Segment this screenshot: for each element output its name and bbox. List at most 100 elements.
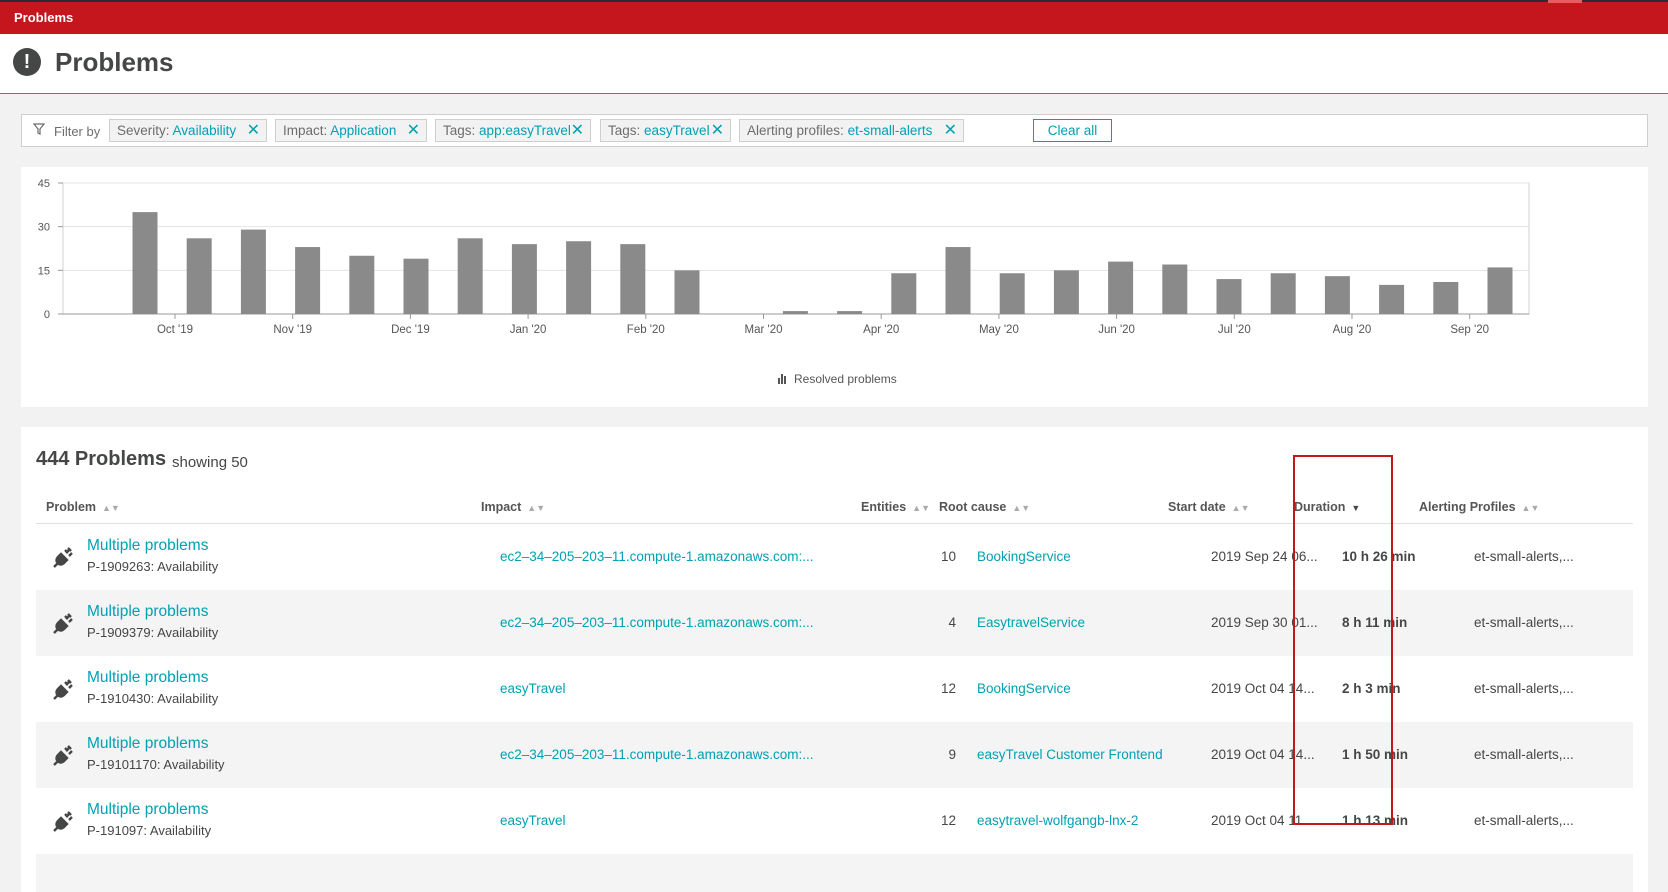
root-cause-link[interactable]: easyTravel Customer Frontend — [977, 747, 1163, 762]
filter-chip-tag-app[interactable]: Tags: app:easyTravel ✕ — [435, 119, 591, 142]
column-header-impact[interactable]: Impact ▲▼ — [481, 500, 545, 514]
x-tick-label: Sep '20 — [1450, 324, 1489, 336]
column-header-problem[interactable]: Problem ▲▼ — [46, 500, 120, 514]
problem-title-link[interactable]: Multiple problems — [87, 669, 208, 687]
bar — [1162, 264, 1188, 314]
problem-title-link[interactable]: Multiple problems — [87, 537, 208, 555]
x-tick-label: Nov '19 — [273, 324, 312, 336]
alerting-profiles: et-small-alerts,... — [1474, 681, 1574, 696]
close-icon[interactable]: ✕ — [407, 120, 420, 141]
bar — [1433, 281, 1459, 314]
chip-value: et-small-alerts — [847, 123, 933, 138]
page-title: Problems — [55, 47, 174, 77]
column-label: Start date — [1168, 500, 1226, 514]
problem-title-link[interactable]: Multiple problems — [87, 735, 208, 753]
breadcrumb-problems[interactable]: Problems — [14, 10, 73, 25]
alerting-profiles: et-small-alerts,... — [1474, 549, 1574, 564]
filter-chip-impact[interactable]: Impact: Application ✕ — [275, 119, 427, 142]
root-cause-link[interactable]: easytravel-wolfgangb-lnx-2 — [977, 813, 1138, 828]
x-tick-label: May '20 — [979, 324, 1019, 336]
problem-id: P-1909379: Availability — [87, 625, 219, 640]
bar — [511, 244, 537, 314]
y-tick-label: 15 — [38, 265, 50, 277]
bar — [674, 270, 700, 314]
y-tick-label: 30 — [38, 222, 50, 234]
bar — [945, 247, 971, 314]
filter-bar[interactable]: Filter by Severity: Availability ✕ Impac… — [21, 114, 1648, 147]
filter-chip-tag[interactable]: Tags: easyTravel ✕ — [600, 119, 731, 142]
column-header-root-cause[interactable]: Root cause ▲▼ — [939, 500, 1030, 514]
column-label: Alerting Profiles — [1419, 500, 1516, 514]
column-header-entities[interactable]: Entities ▲▼ — [861, 500, 930, 514]
bar — [349, 255, 375, 314]
table-row-partial — [36, 854, 1633, 892]
entities-count: 9 — [948, 747, 956, 762]
x-tick-label: Jul '20 — [1218, 324, 1251, 336]
chip-value: app:easyTravel — [479, 123, 571, 138]
plug-disconnected-icon — [53, 679, 73, 700]
table-row[interactable]: Multiple problems P-1909263: Availabilit… — [36, 524, 1633, 590]
problem-id: P-1910430: Availability — [87, 691, 219, 706]
chip-key: Tags: — [608, 123, 641, 138]
bar — [999, 273, 1025, 314]
chart-legend[interactable]: Resolved problems — [778, 372, 897, 386]
problem-title-link[interactable]: Multiple problems — [87, 603, 208, 621]
duration-highlight-box — [1293, 455, 1393, 825]
impact-link[interactable]: ec2–34–205–203–11.compute-1.amazonaws.co… — [500, 747, 813, 762]
entities-count: 10 — [940, 549, 956, 564]
table-row[interactable]: Multiple problems P-1910430: Availabilit… — [36, 656, 1633, 722]
chip-key: Alerting profiles: — [747, 123, 844, 138]
column-header-start-date[interactable]: Start date ▲▼ — [1168, 500, 1249, 514]
legend-label: Resolved problems — [794, 372, 897, 386]
impact-link[interactable]: ec2–34–205–203–11.compute-1.amazonaws.co… — [500, 549, 813, 564]
bar — [186, 238, 212, 314]
table-row[interactable]: Multiple problems P-191097: Availability… — [36, 788, 1633, 854]
x-tick-label: Dec '19 — [391, 324, 430, 336]
bar — [295, 247, 321, 314]
table-row[interactable]: Multiple problems P-1909379: Availabilit… — [36, 590, 1633, 656]
problem-id: P-191097: Availability — [87, 823, 212, 838]
bar — [782, 311, 808, 314]
problems-chart: 0 15 30 45 Oct '19 Nov '19 Dec '19 Jan '20 Feb '… — [21, 167, 1648, 407]
x-tick-label: Oct '19 — [157, 324, 193, 336]
impact-link[interactable]: ec2–34–205–203–11.compute-1.amazonaws.co… — [500, 615, 813, 630]
x-tick-label: Feb '20 — [627, 324, 665, 336]
close-icon[interactable]: ✕ — [247, 120, 260, 141]
bar — [837, 311, 863, 314]
filter-chip-alerting-profile[interactable]: Alerting profiles: et-small-alerts ✕ — [739, 119, 964, 142]
filter-chip-severity[interactable]: Severity: Availability ✕ — [109, 119, 267, 142]
table-row[interactable]: Multiple problems P-19101170: Availabili… — [36, 722, 1633, 788]
alerting-profiles: et-small-alerts,... — [1474, 747, 1574, 762]
column-label: Entities — [861, 500, 907, 514]
clear-all-button[interactable]: Clear all — [1033, 119, 1112, 142]
column-label: Impact — [481, 500, 522, 514]
close-icon[interactable]: ✕ — [571, 120, 584, 141]
column-header-alerting-profiles[interactable]: Alerting Profiles ▲▼ — [1419, 500, 1539, 514]
bar-chart-icon — [778, 373, 788, 384]
bar — [1270, 273, 1296, 314]
root-cause-link[interactable]: BookingService — [977, 681, 1071, 696]
close-icon[interactable]: ✕ — [944, 120, 957, 141]
plug-disconnected-icon — [53, 613, 73, 634]
problem-title-link[interactable]: Multiple problems — [87, 801, 208, 819]
column-label: Root cause — [939, 500, 1007, 514]
sort-icon: ▲▼ — [527, 503, 546, 513]
close-icon[interactable]: ✕ — [711, 120, 724, 141]
bar — [132, 212, 158, 314]
x-tick-label: Mar '20 — [745, 324, 783, 336]
chip-value: Availability — [172, 123, 237, 138]
exclamation-icon: ! — [13, 48, 41, 76]
top-bar: Problems — [0, 0, 1668, 34]
problem-id: P-1909263: Availability — [87, 559, 219, 574]
bar — [1379, 284, 1405, 314]
impact-link[interactable]: easyTravel — [500, 813, 566, 828]
impact-link[interactable]: easyTravel — [500, 681, 566, 696]
root-cause-link[interactable]: BookingService — [977, 549, 1071, 564]
x-tick-label: Apr '20 — [863, 324, 899, 336]
y-tick-label: 0 — [44, 309, 50, 321]
problem-id: P-19101170: Availability — [87, 757, 225, 772]
bar — [1487, 267, 1513, 314]
showing-count: showing 50 — [172, 454, 248, 471]
y-tick-label: 45 — [38, 178, 50, 190]
root-cause-link[interactable]: EasytravelService — [977, 615, 1085, 630]
